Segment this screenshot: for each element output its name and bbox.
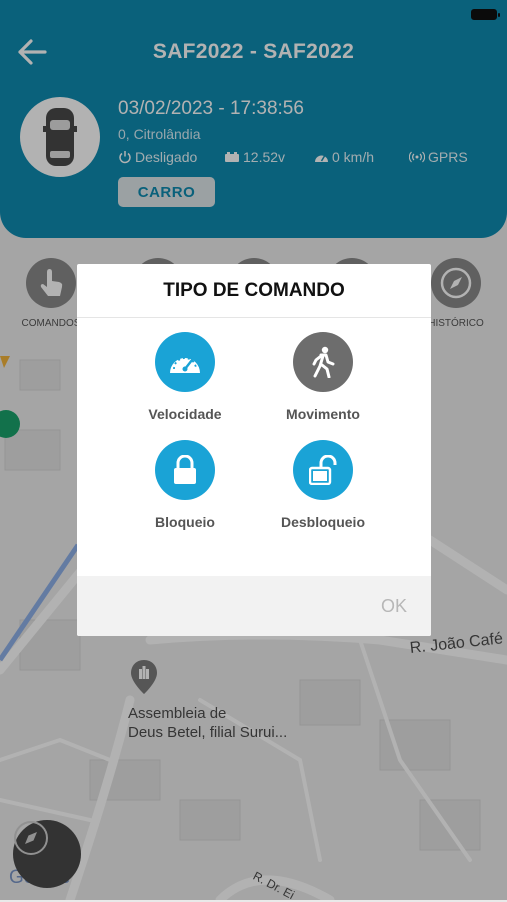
command-label: Movimento bbox=[286, 406, 360, 422]
divider bbox=[77, 317, 431, 318]
command-bloqueio[interactable]: Bloqueio bbox=[115, 440, 255, 530]
command-label: Bloqueio bbox=[155, 514, 215, 530]
walking-person-icon bbox=[293, 332, 353, 392]
command-label: Desbloqueio bbox=[280, 514, 365, 530]
command-velocidade[interactable]: Velocidade bbox=[115, 332, 255, 422]
unlock-icon bbox=[293, 440, 353, 500]
command-type-dialog: TIPO DE COMANDO Velocidade Movimento Blo… bbox=[77, 264, 431, 636]
lock-icon bbox=[155, 440, 215, 500]
command-movimento[interactable]: Movimento bbox=[253, 332, 393, 422]
speedometer-icon bbox=[155, 332, 215, 392]
ok-button[interactable]: OK bbox=[381, 596, 407, 617]
dialog-footer: OK bbox=[77, 576, 431, 636]
command-label: Velocidade bbox=[148, 406, 222, 422]
dialog-title: TIPO DE COMANDO bbox=[163, 280, 345, 301]
command-desbloqueio[interactable]: Desbloqueio bbox=[253, 440, 393, 530]
